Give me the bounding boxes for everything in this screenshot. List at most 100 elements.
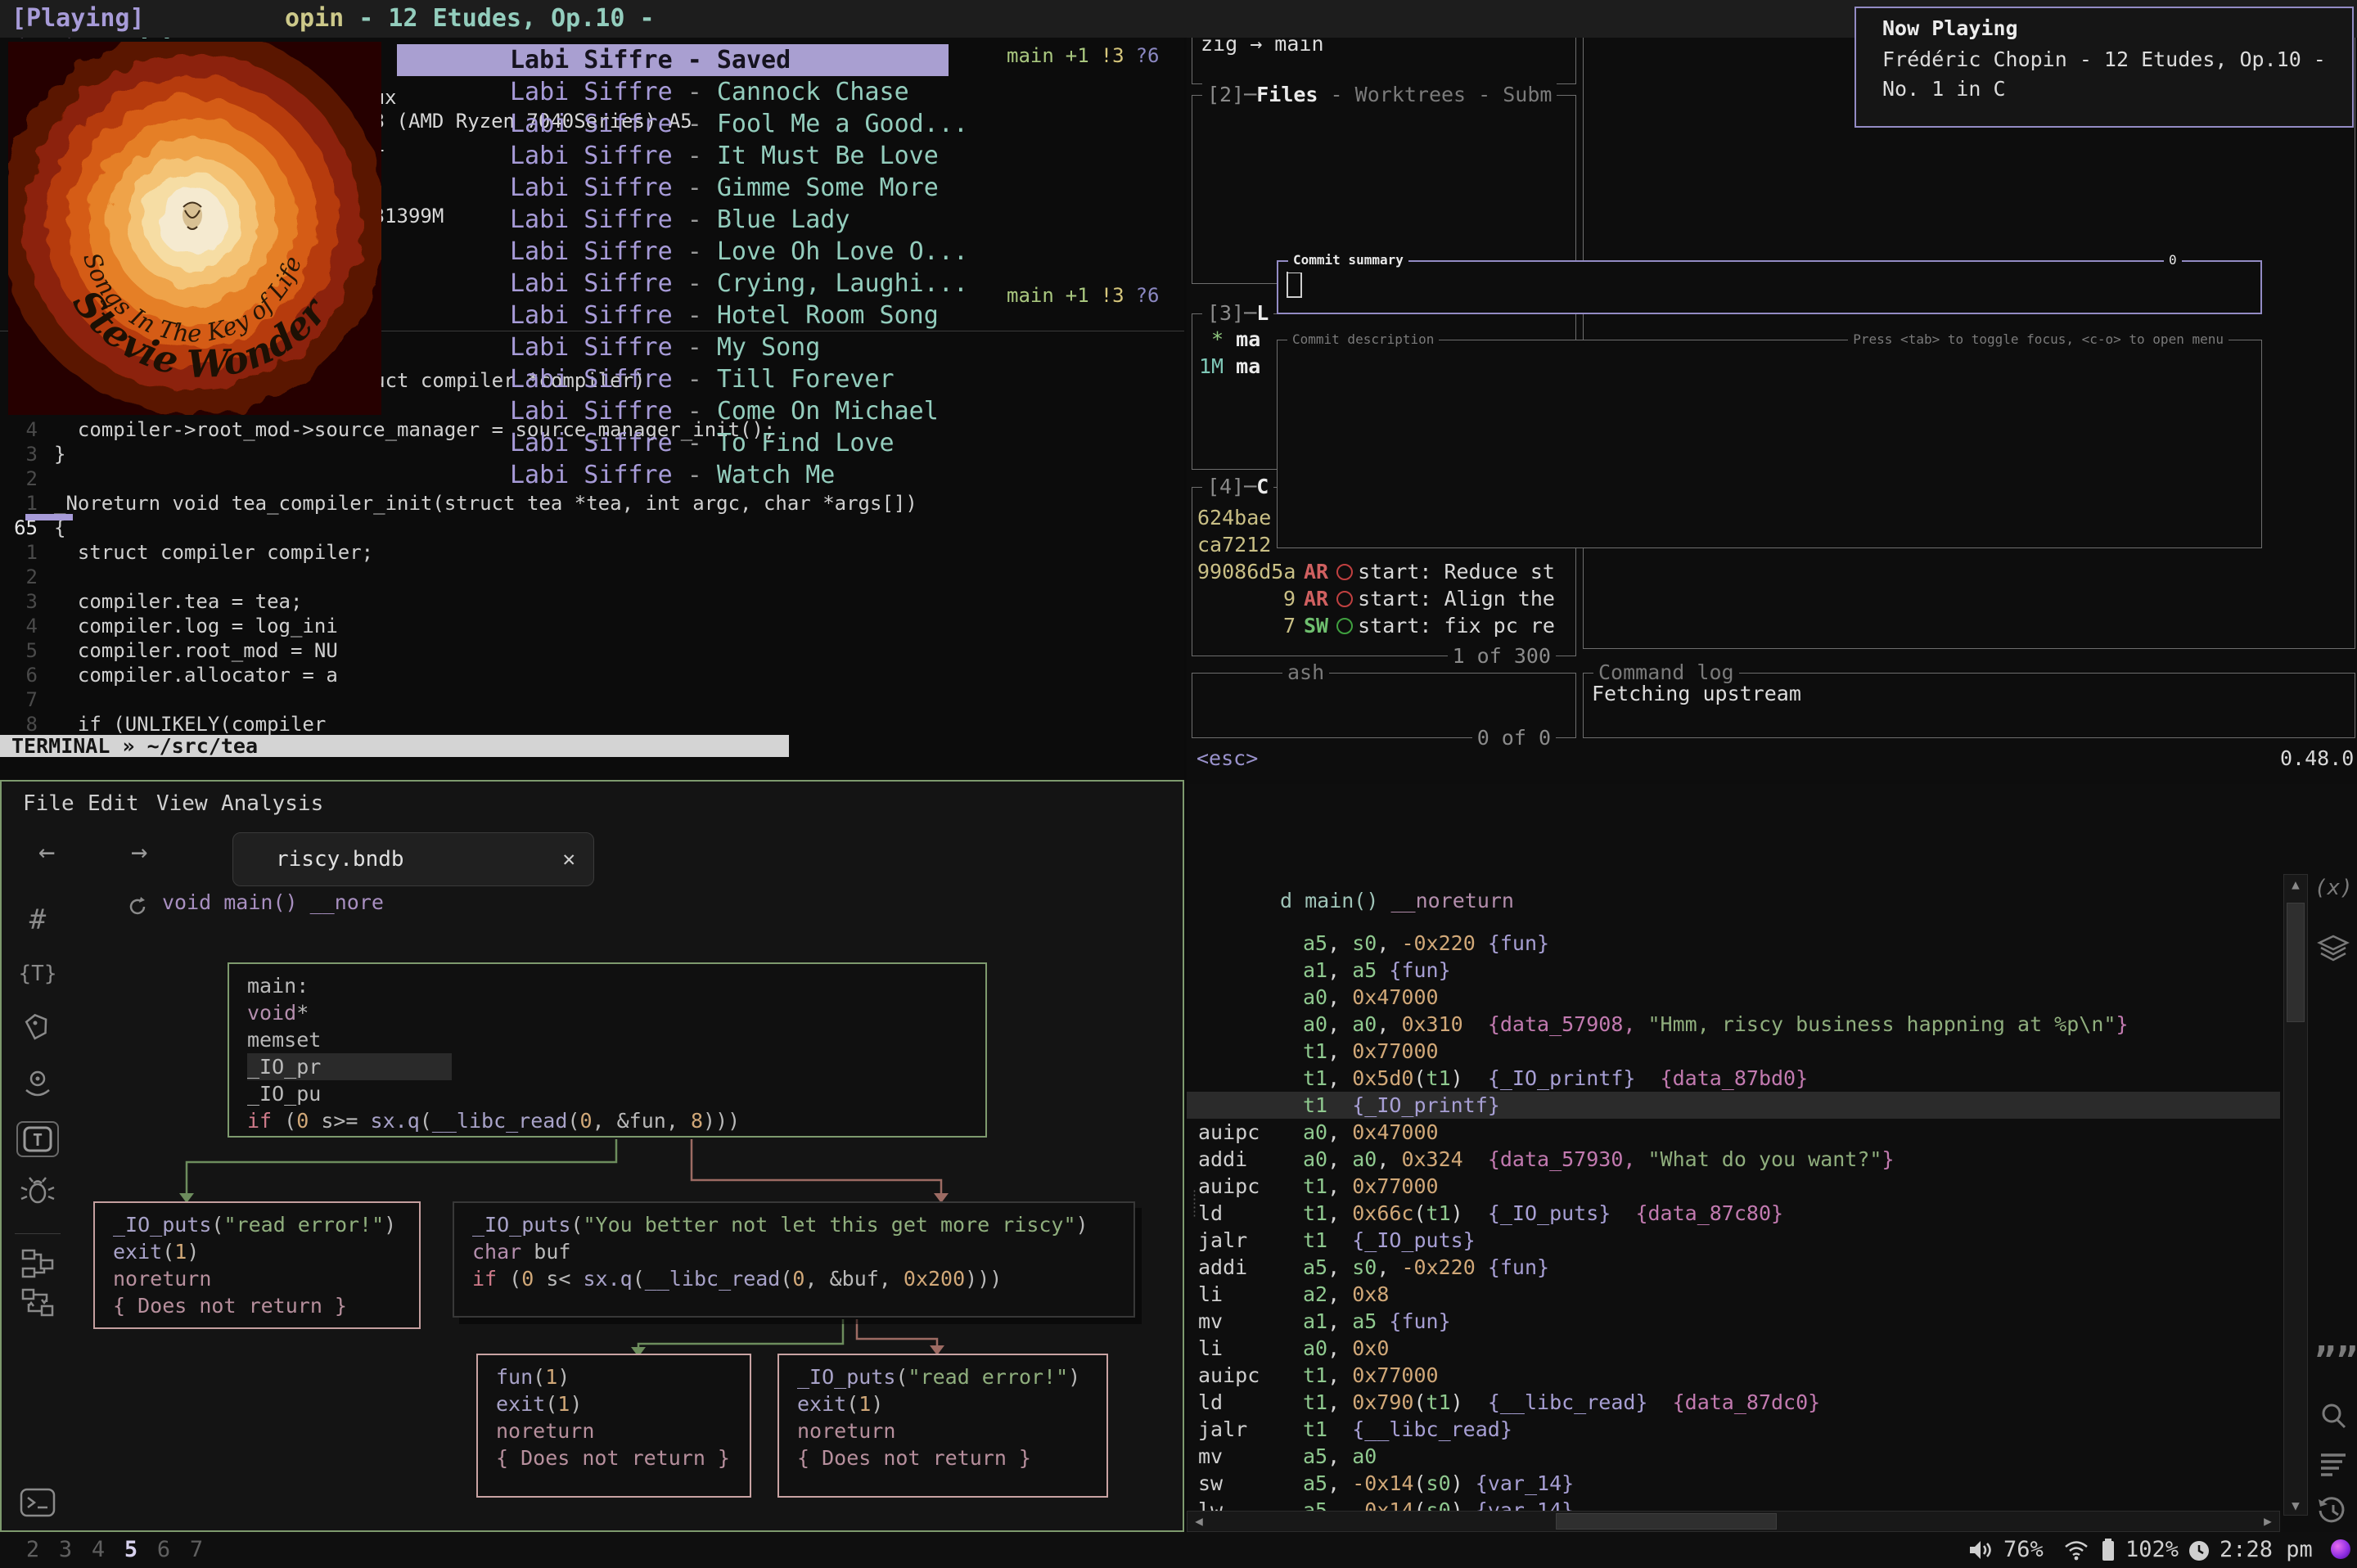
symbols-hash-icon[interactable]: #: [16, 902, 59, 938]
instruction-row[interactable]: a1, a5 {fun}: [1198, 957, 2129, 984]
playlist-item[interactable]: Labi Siffre - My Song: [397, 331, 949, 363]
commit-summary-popup[interactable]: Commit summary 0: [1277, 260, 2262, 314]
instruction-row[interactable]: swa5, -0x14(s0) {var_14}: [1198, 1470, 2129, 1497]
scroll-left-icon[interactable]: ◀: [1189, 1512, 1209, 1531]
playlist-item[interactable]: Labi Siffre - Come On Michael: [397, 395, 949, 427]
playlist-item[interactable]: Labi Siffre - Watch Me: [397, 459, 949, 491]
commit-row[interactable]: 7SWstart: fix pc re: [1197, 612, 1575, 639]
status-bar: 234567 76% 102% 2:28 pm: [0, 1532, 2357, 1568]
commit-summary-cursor[interactable]: [1287, 272, 1302, 298]
playlist-item[interactable]: Labi Siffre - Gimme Some More: [397, 172, 949, 204]
playlist-item[interactable]: Labi Siffre - Saved: [397, 44, 949, 76]
layers-icon[interactable]: [2314, 933, 2352, 966]
tab-label: riscy.bndb: [276, 847, 404, 872]
code-line: 5 compiler.root_mod = NU: [0, 638, 917, 663]
instruction-row[interactable]: ldt1, 0x790(t1) {__libc_read} {data_87dc…: [1198, 1389, 2129, 1416]
tray-indicator-dot[interactable]: [2331, 1539, 2350, 1559]
panel-drag-handle[interactable]: ⋮⋮⋮: [1188, 1191, 1201, 1215]
instruction-row[interactable]: a0, a0, 0x310 {data_57908, "Hmm, riscy b…: [1198, 1011, 2129, 1038]
graph-node-fun[interactable]: fun(1)exit(1)noreturn{ Does not return }: [476, 1354, 751, 1498]
instruction-row[interactable]: mva1, a5 {fun}: [1198, 1308, 2129, 1335]
instruction-row[interactable]: addia0, a0, 0x324 {data_57930, "What do …: [1198, 1146, 2129, 1173]
playlist-item[interactable]: Labi Siffre - Hotel Room Song: [397, 300, 949, 331]
workspace-7[interactable]: 7: [180, 1532, 213, 1568]
playlist-item[interactable]: Labi Siffre - Fool Me a Good...: [397, 108, 949, 140]
menu-item-view[interactable]: View: [156, 791, 208, 816]
now-playing-notification[interactable]: Now Playing Frédéric Chopin - 12 Etudes,…: [1855, 7, 2354, 128]
history-icon[interactable]: [2314, 1494, 2352, 1527]
workspace-4[interactable]: 4: [82, 1532, 115, 1568]
commit-row[interactable]: 9ARstart: Align the: [1197, 585, 1575, 612]
tag-icon[interactable]: [16, 1010, 59, 1046]
playlist-item[interactable]: Labi Siffre - Cannock Chase: [397, 76, 949, 108]
menu-item-edit[interactable]: Edit: [88, 791, 139, 816]
code-line: 3 compiler.tea = tea;: [0, 589, 917, 614]
instruction-row[interactable]: auipct1, 0x77000: [1198, 1173, 2129, 1200]
nav-back-button[interactable]: ←: [38, 836, 55, 868]
strings-icon[interactable]: T: [16, 1121, 59, 1157]
instruction-row[interactable]: a0, 0x47000: [1198, 984, 2129, 1011]
graph-node-line: noreturn: [797, 1417, 1106, 1444]
scroll-up-icon[interactable]: ▲: [2284, 876, 2307, 892]
commit-description-popup[interactable]: Commit description Press <tab> to toggle…: [1277, 340, 2262, 548]
player-progress-bar[interactable]: [25, 514, 73, 520]
location-pin-icon[interactable]: [16, 1066, 59, 1102]
workspace-5[interactable]: 5: [115, 1532, 147, 1568]
types-icon[interactable]: {T}: [16, 956, 59, 992]
menu-item-analysis[interactable]: Analysis: [221, 791, 323, 816]
instruction-row[interactable]: t1, 0x5d0(t1) {_IO_printf} {data_87bd0}: [1198, 1065, 2129, 1092]
horizontal-scrollbar[interactable]: ◀ ▶: [1187, 1511, 2280, 1532]
instruction-row[interactable]: addia5, s0, -0x220 {fun}: [1198, 1254, 2129, 1281]
playlist-item[interactable]: Labi Siffre - Blue Lady: [397, 204, 949, 236]
code-line: 1_Noreturn void tea_compiler_init(struct…: [0, 491, 917, 516]
instruction-row[interactable]: mva5, a0: [1198, 1443, 2129, 1470]
workspace-6[interactable]: 6: [147, 1532, 180, 1568]
instruction-row[interactable]: auipct1, 0x77000: [1198, 1362, 2129, 1389]
instruction-row[interactable]: jalrt1 {__libc_read}: [1198, 1416, 2129, 1443]
playlist-item[interactable]: Labi Siffre - Love Oh Love O...: [397, 236, 949, 268]
terminal-icon[interactable]: [16, 1485, 59, 1521]
bug-icon[interactable]: [16, 1174, 59, 1210]
stash-panel[interactable]: ash 0 of 0: [1192, 673, 1576, 738]
instruction-row[interactable]: auipca0, 0x47000: [1198, 1119, 2129, 1146]
instruction-row[interactable]: a5, s0, -0x220 {fun}: [1198, 930, 2129, 957]
menu-item-file[interactable]: File: [23, 791, 74, 816]
function-breadcrumb[interactable]: void main() __nore: [162, 890, 384, 914]
graph-node-read-error[interactable]: _IO_puts("read error!")exit(1)noreturn{ …: [93, 1201, 421, 1329]
scroll-right-icon[interactable]: ▶: [2258, 1512, 2278, 1531]
instruction-row[interactable]: jalrt1 {_IO_puts}: [1198, 1227, 2129, 1254]
graph-node-line: { Does not return }: [496, 1444, 750, 1471]
vertical-scrollbar[interactable]: ▲ ▼: [2283, 874, 2308, 1516]
log-lines-icon[interactable]: [2314, 1449, 2352, 1481]
graph-node-riscy[interactable]: _IO_puts("You better not let this get mo…: [453, 1201, 1135, 1318]
playlist-item[interactable]: Labi Siffre - Crying, Laughi...: [397, 268, 949, 300]
instruction-row[interactable]: lia2, 0x8: [1198, 1281, 2129, 1308]
graph-hierarchy-icon[interactable]: [16, 1246, 59, 1282]
player-track-title: opin - 12 Etudes, Op.10 -: [285, 0, 655, 38]
search-icon[interactable]: [2314, 1399, 2352, 1432]
tab-close-icon[interactable]: ✕: [562, 833, 575, 885]
graph-node-read-error-2[interactable]: _IO_puts("read error!")exit(1)noreturn{ …: [777, 1354, 1108, 1498]
branches-panel-index: [3]: [1207, 301, 1244, 325]
strings-quotes-icon[interactable]: ””: [2314, 1349, 2352, 1373]
vertical-scroll-thumb[interactable]: [2287, 903, 2305, 1022]
variables-icon[interactable]: (x): [2314, 876, 2352, 900]
instruction-row[interactable]: t1, 0x77000: [1198, 1038, 2129, 1065]
tab-riscy-bndb[interactable]: riscy.bndb ✕: [232, 832, 594, 886]
refresh-icon[interactable]: [124, 894, 151, 920]
disassembly-panel[interactable]: d main() __noreturn a5, s0, -0x220 {fun}…: [1187, 784, 2357, 1532]
flow-view-icon[interactable]: [16, 1285, 59, 1321]
playlist-item[interactable]: Labi Siffre - Till Forever: [397, 363, 949, 395]
workspace-2[interactable]: 2: [16, 1532, 49, 1568]
commit-row[interactable]: 99086d5aARstart: Reduce st: [1197, 558, 1575, 585]
instruction-row[interactable]: t1 {_IO_printf}: [1198, 1092, 2129, 1119]
workspace-3[interactable]: 3: [49, 1532, 82, 1568]
instruction-row[interactable]: ldt1, 0x66c(t1) {_IO_puts} {data_87c80}: [1198, 1200, 2129, 1227]
playlist-item[interactable]: Labi Siffre - To Find Love: [397, 427, 949, 459]
nav-forward-button[interactable]: →: [131, 836, 147, 868]
playlist-item[interactable]: Labi Siffre - It Must Be Love: [397, 140, 949, 172]
horizontal-scroll-thumb[interactable]: [1556, 1513, 1777, 1530]
scroll-down-icon[interactable]: ▼: [2284, 1498, 2307, 1513]
instruction-row[interactable]: lia0, 0x0: [1198, 1335, 2129, 1362]
graph-node-main[interactable]: main:void*memset_IO_pr_IO_puif (0 s>= sx…: [228, 962, 987, 1138]
